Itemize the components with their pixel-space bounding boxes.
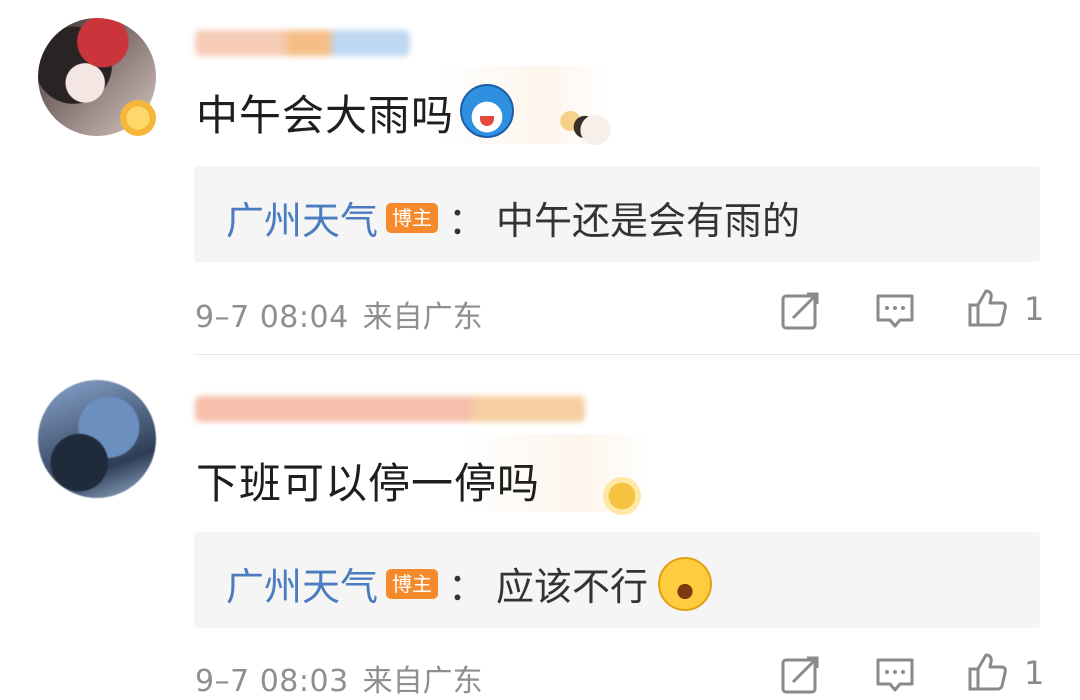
reply-separator: ：: [448, 199, 487, 243]
comment-meta: 9–7 08:04 来自广东: [195, 292, 483, 336]
like-icon[interactable]: [966, 651, 1008, 693]
share-icon[interactable]: [779, 654, 821, 696]
comment-time: 9–7 08:04: [195, 300, 349, 335]
reply-author[interactable]: 广州天气: [226, 556, 378, 611]
comment-text: 中午会大雨吗: [196, 82, 515, 143]
comment-icon[interactable]: [874, 654, 916, 696]
blogger-reply[interactable]: 广州天气 博主 ： 应该不行: [194, 532, 1040, 628]
blurred-username[interactable]: [195, 396, 585, 422]
blogger-badge: 博主: [386, 202, 439, 233]
comment-location: 来自广东: [362, 664, 483, 699]
reply-separator: ：: [448, 565, 487, 609]
reply-text: 应该不行: [496, 565, 649, 609]
member-badge-icon: [120, 100, 156, 136]
comment-meta: 9–7 08:03 来自广东: [195, 656, 483, 700]
comment-location: 来自广东: [362, 300, 483, 335]
comment-time: 9–7 08:03: [195, 664, 349, 699]
laughing-crying-emoji-icon: [658, 556, 713, 611]
blogger-reply[interactable]: 广州天气 博主 ： 中午还是会有雨的: [194, 166, 1040, 262]
comment-icon[interactable]: [874, 290, 916, 332]
blurred-username[interactable]: [195, 30, 410, 56]
reply-text: 中午还是会有雨的: [496, 199, 801, 243]
blogger-badge: 博主: [386, 568, 439, 599]
avatar[interactable]: [38, 380, 156, 498]
star-badge-sticker-icon: [586, 466, 658, 526]
divider: [194, 354, 1080, 355]
share-icon[interactable]: [779, 290, 821, 332]
like-count: 1: [1024, 654, 1045, 692]
comment-text: 下班可以停一停吗: [196, 459, 541, 508]
like-icon[interactable]: [966, 287, 1008, 329]
anime-sticker-icon: [556, 100, 628, 160]
like-count: 1: [1024, 290, 1045, 328]
doraemon-emoji-icon: [460, 84, 515, 138]
reply-author[interactable]: 广州天气: [226, 190, 378, 245]
